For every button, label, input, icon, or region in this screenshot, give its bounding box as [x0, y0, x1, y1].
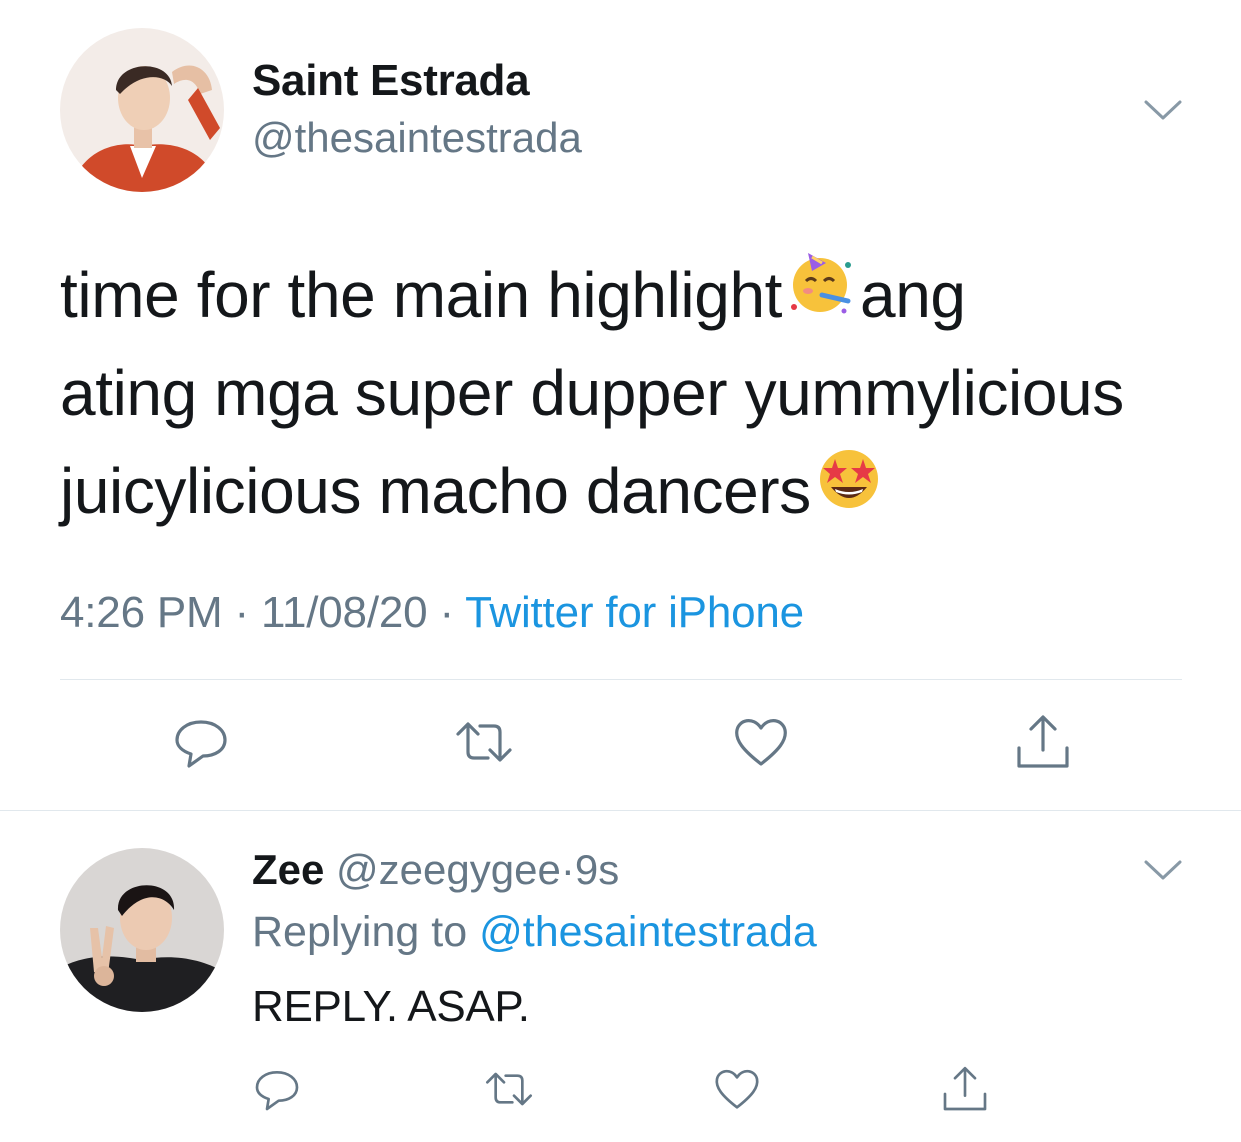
reply-button[interactable]: [171, 712, 231, 772]
replying-to-link[interactable]: @thesaintestrada: [479, 908, 817, 956]
tweet-text: time for the main highlight ang ating mg…: [60, 246, 1200, 540]
heart-icon: [735, 719, 787, 766]
share-button[interactable]: [1013, 712, 1073, 772]
tweet-time: 4:26 PM: [60, 588, 223, 637]
separator: ·: [234, 588, 250, 637]
like-button[interactable]: [712, 1064, 762, 1114]
reply-author-handle[interactable]: @zeegygee: [336, 846, 561, 893]
separator: ·: [560, 846, 575, 893]
author-handle[interactable]: @thesaintestrada: [252, 114, 582, 162]
author-avatar[interactable]: [60, 28, 224, 192]
reply-author-name[interactable]: Zee: [252, 846, 324, 893]
tweet-text-line: time for the main highlight ang: [60, 246, 1200, 344]
retweet-button[interactable]: [454, 712, 514, 772]
star-struck-emoji: [815, 442, 883, 540]
reply-icon: [255, 1071, 299, 1111]
reply-more-options-button[interactable]: [1140, 852, 1186, 886]
replying-to-line: Replying to @thesaintestrada: [252, 908, 817, 957]
reply-icon: [175, 720, 227, 768]
replying-to-label: Replying to: [252, 908, 468, 956]
reply-time: 9s: [574, 846, 620, 893]
tweet-source-link[interactable]: Twitter for iPhone: [465, 588, 804, 637]
reply-author-avatar[interactable]: [60, 848, 224, 1012]
share-button[interactable]: [940, 1064, 990, 1114]
tweet-date: 11/08/20: [260, 588, 428, 637]
retweet-icon: [486, 1072, 532, 1106]
separator: ·: [439, 588, 454, 637]
share-icon: [1017, 715, 1069, 768]
tweet-metadata: 4:26 PM · 11/08/20 · Twitter for iPhone: [60, 588, 804, 638]
share-icon: [943, 1066, 987, 1111]
like-button[interactable]: [731, 712, 791, 772]
author-name[interactable]: Saint Estrada: [252, 56, 530, 106]
reply-text: REPLY. ASAP.: [252, 982, 530, 1031]
tweet-text-line: ating mga super dupper yummylicious: [60, 357, 1124, 430]
retweet-button[interactable]: [484, 1064, 534, 1114]
tweet-text-line: juicylicious macho dancers: [60, 442, 1200, 540]
partying-face-emoji: [786, 246, 856, 344]
retweet-icon: [456, 722, 512, 762]
heart-icon: [715, 1069, 759, 1109]
reply-author-line: Zee @zeegygee·9s: [252, 846, 619, 894]
chevron-down-icon: [1144, 100, 1182, 120]
more-options-button[interactable]: [1140, 92, 1186, 126]
reply-button[interactable]: [252, 1064, 302, 1114]
divider: [60, 679, 1182, 680]
divider: [0, 810, 1241, 811]
chevron-down-icon: [1144, 860, 1182, 880]
